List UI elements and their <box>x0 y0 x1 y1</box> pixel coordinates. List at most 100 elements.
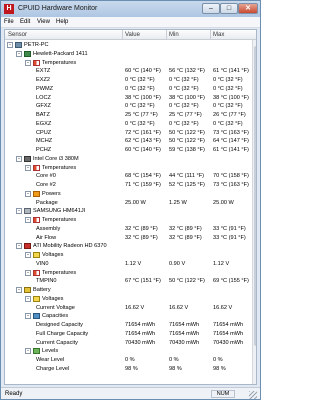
tree-node[interactable]: - Temperatures <box>5 216 252 224</box>
scrollbar-thumb[interactable] <box>254 46 256 346</box>
sensor-row[interactable]: Wear Level 0 % 0 % 0 % <box>5 356 252 364</box>
collapse-toggle-icon[interactable]: - <box>25 313 31 320</box>
sensor-value: 71 °C (159 °F) <box>125 182 161 188</box>
header-value[interactable]: Value <box>125 32 140 38</box>
minimize-button[interactable]: – <box>202 3 220 14</box>
tree-node[interactable]: - Capacities <box>5 312 252 320</box>
collapse-toggle-icon[interactable]: - <box>25 164 31 171</box>
sensor-label: LOCZ <box>36 94 51 101</box>
collapse-toggle-icon[interactable]: - <box>7 42 13 48</box>
maximize-button[interactable]: □ <box>220 3 238 14</box>
sensor-label: Temperatures <box>42 59 77 66</box>
sensor-label: Core #2 <box>36 182 56 188</box>
sensor-row[interactable]: EXTZ 60 °C (140 °F) 56 °C (132 °F) 61 °C (1… <box>5 67 252 75</box>
title-bar[interactable]: H CPUID Hardware Monitor – □ ✕ <box>1 1 260 17</box>
header-divider[interactable] <box>122 30 123 40</box>
collapse-toggle-icon[interactable]: - <box>16 50 22 57</box>
tree-node[interactable]: - Temperatures <box>5 269 252 277</box>
sensor-row[interactable]: GFXZ 0 °C (32 °F) 0 °C (32 °F) 0 °C (32 °F) <box>5 102 252 110</box>
sensor-min: 71654 mWh <box>169 322 200 328</box>
vertical-scrollbar[interactable] <box>252 40 256 384</box>
sensor-row[interactable]: MCHZ 62 °C (143 °F) 50 °C (122 °F) 64 °C (1… <box>5 137 252 145</box>
sensor-min: 50 °C (122 °F) <box>169 138 205 145</box>
battery-icon <box>24 287 31 293</box>
sensor-value: 0 °C (32 °F) <box>125 120 155 127</box>
sensor-row[interactable]: Current Capacity 70430 mWh 70430 mWh 70430 … <box>5 339 252 347</box>
menu-file[interactable]: File <box>4 19 14 25</box>
app-icon[interactable]: H <box>4 4 14 14</box>
collapse-toggle-icon[interactable]: - <box>25 190 31 197</box>
tree-node[interactable]: - Hewlett-Packard 1411 <box>5 50 252 58</box>
sensor-row[interactable]: Air Flow 32 °C (89 °F) 32 °C (89 °F) 33 °C … <box>5 234 252 242</box>
header-sensor[interactable]: Sensor <box>8 32 27 38</box>
tree-node[interactable]: - Intel Core i3 380M <box>5 155 252 163</box>
tree-node[interactable]: - Voltages <box>5 295 252 303</box>
sensor-value: 60 °C (140 °F) <box>125 147 161 153</box>
menu-view[interactable]: View <box>37 19 50 25</box>
sensor-row[interactable]: CPUZ 72 °C (161 °F) 50 °C (122 °F) 73 °C (1… <box>5 129 252 137</box>
tree-node[interactable]: - Temperatures <box>5 59 252 67</box>
tree-node[interactable]: - Temperatures <box>5 164 252 172</box>
collapse-toggle-icon[interactable]: - <box>25 252 31 258</box>
tree-node[interactable]: - SAMSUNG HM641JI <box>5 207 252 215</box>
header-max[interactable]: Max <box>213 32 224 38</box>
sensor-max: 0 °C (32 °F) <box>213 103 243 110</box>
collapse-toggle-icon[interactable]: - <box>25 295 31 302</box>
sensor-row[interactable]: Current Voltage 16.62 V 16.62 V 16.62 V <box>5 304 252 312</box>
collapse-toggle-icon[interactable]: - <box>16 287 22 293</box>
sensor-max: 73 °C (163 °F) <box>213 182 249 188</box>
sensor-row[interactable]: VIN0 1.12 V 0.90 V 1.12 V <box>5 260 252 268</box>
collapse-toggle-icon[interactable]: - <box>16 155 22 162</box>
header-divider[interactable] <box>166 30 167 40</box>
tree-node[interactable]: - PETR-PC <box>5 41 252 49</box>
header-divider[interactable] <box>210 30 211 40</box>
collapse-toggle-icon[interactable]: - <box>25 59 31 66</box>
sensor-label: EXTZ <box>36 68 51 75</box>
collapse-toggle-icon[interactable]: - <box>16 243 22 250</box>
collapse-toggle-icon[interactable]: - <box>25 348 31 355</box>
sensor-row[interactable]: BATZ 25 °C (77 °F) 25 °C (77 °F) 26 °C (77 … <box>5 111 252 119</box>
tree-node[interactable]: - Powers <box>5 190 252 198</box>
sensor-row[interactable]: Core #0 68 °C (154 °F) 44 °C (111 °F) 70 °C… <box>5 172 252 180</box>
sensor-min: 56 °C (132 °F) <box>169 68 205 75</box>
tree-node[interactable]: - Levels <box>5 347 252 355</box>
sensor-label: Designed Capacity <box>36 322 83 328</box>
sensor-min: 16.62 V <box>169 304 189 311</box>
sensor-row[interactable]: TMPIN0 67 °C (151 °F) 50 °C (122 °F) 69 °C … <box>5 277 252 285</box>
sensor-row[interactable]: Full Charge Capacity 71654 mWh 71654 mWh 71… <box>5 330 252 338</box>
menu-help[interactable]: Help <box>56 19 68 25</box>
resize-grip-icon[interactable] <box>249 391 257 399</box>
sensor-row[interactable]: Core #2 71 °C (159 °F) 52 °C (125 °F) 73 °C… <box>5 181 252 189</box>
sensor-tree[interactable]: Sensor Value Min Max - PETR-PC - Hewlett-Pa… <box>4 29 257 385</box>
sensor-row[interactable]: PWMZ 0 °C (32 °F) 0 °C (32 °F) 0 °C (32 °F) <box>5 85 252 93</box>
sensor-row[interactable]: LOCZ 38 °C (100 °F) 38 °C (100 °F) 38 °C (1… <box>5 94 252 102</box>
sensor-min: 0 % <box>169 357 179 363</box>
sensor-value: 38 °C (100 °F) <box>125 94 161 101</box>
header-min[interactable]: Min <box>169 32 179 38</box>
collapse-toggle-icon[interactable]: - <box>25 217 31 223</box>
close-button[interactable]: ✕ <box>238 3 258 14</box>
power-icon <box>33 190 40 197</box>
menu-edit[interactable]: Edit <box>20 19 30 25</box>
sensor-row[interactable]: PCHZ 60 °C (140 °F) 59 °C (138 °F) 61 °C (1… <box>5 146 252 154</box>
cpu-icon <box>24 155 31 162</box>
sensor-row[interactable]: EGXZ 0 °C (32 °F) 0 °C (32 °F) 0 °C (32 °F) <box>5 120 252 128</box>
sensor-row[interactable]: Assembly 32 °C (89 °F) 32 °C (89 °F) 33 °C … <box>5 225 252 233</box>
sensor-row[interactable]: Charge Level 98 % 98 % 98 % <box>5 365 252 373</box>
sensor-max: 61 °C (141 °F) <box>213 68 249 75</box>
column-header: Sensor Value Min Max <box>5 30 256 40</box>
tree-node[interactable]: - Battery <box>5 286 252 294</box>
num-lock-indicator: NUM <box>211 390 235 398</box>
collapse-toggle-icon[interactable]: - <box>16 208 22 215</box>
sensor-label: Full Charge Capacity <box>36 330 89 337</box>
tree-node[interactable]: - ATI Mobility Radeon HD 6370 <box>5 242 252 250</box>
capacity-icon <box>33 313 40 320</box>
sensor-min: 70430 mWh <box>169 339 200 346</box>
sensor-row[interactable]: Package 25.00 W 1.25 W 25.00 W <box>5 199 252 207</box>
tree-node[interactable]: - Voltages <box>5 251 252 259</box>
sensor-min: 0 °C (32 °F) <box>169 120 199 127</box>
collapse-toggle-icon[interactable]: - <box>25 269 31 276</box>
sensor-row[interactable]: Designed Capacity 71654 mWh 71654 mWh 71654… <box>5 321 252 329</box>
sensor-max: 69 °C (155 °F) <box>213 278 249 285</box>
sensor-row[interactable]: EXZ2 0 °C (32 °F) 0 °C (32 °F) 0 °C (32 °F) <box>5 76 252 84</box>
